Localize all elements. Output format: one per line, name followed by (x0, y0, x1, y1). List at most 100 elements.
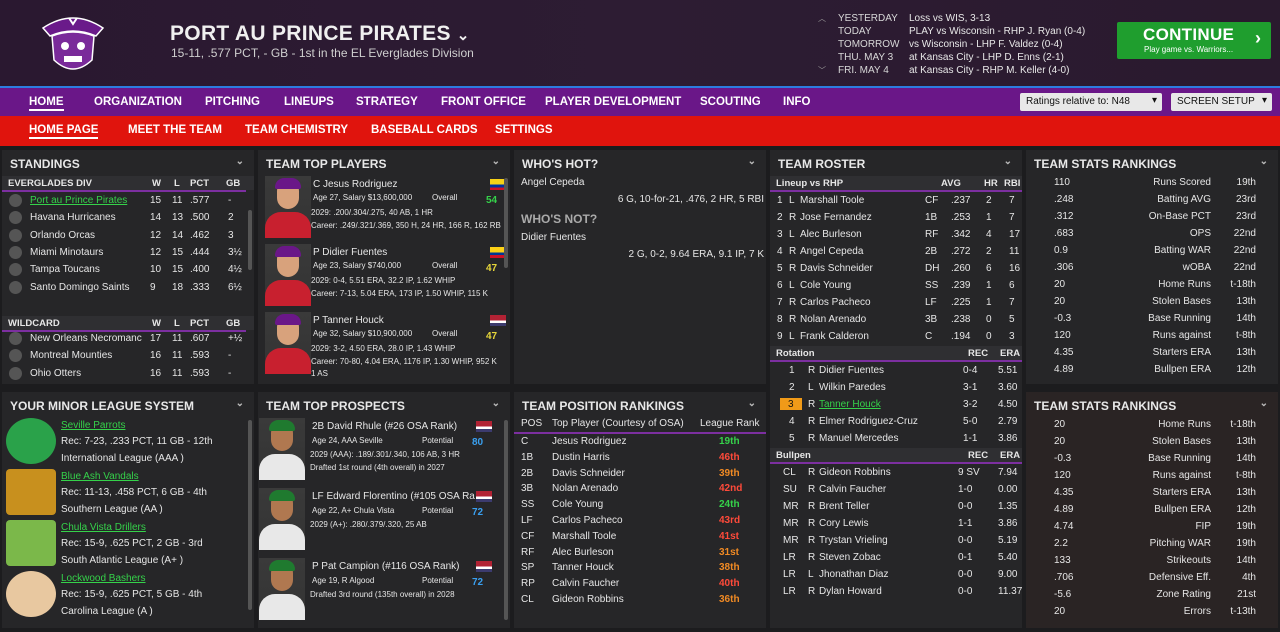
position-row[interactable]: C Jesus Rodriguez 19th (514, 434, 766, 450)
scrollbar[interactable] (248, 420, 252, 610)
player-name[interactable]: Carlos Pacheco (800, 297, 871, 308)
subnav-team-chemistry[interactable]: TEAM CHEMISTRY (245, 124, 348, 136)
player-name[interactable]: Alec Burleson (552, 547, 614, 558)
player-name[interactable]: Nolan Arenado (800, 314, 866, 325)
position-row[interactable]: 3B Nolan Arenado 42nd (514, 481, 766, 497)
nav-player-development[interactable]: PLAYER DEVELOPMENT (545, 96, 681, 108)
player-name[interactable]: Angel Cepeda (800, 246, 863, 257)
team-name[interactable]: Port au Prince Pirates (30, 195, 127, 206)
player-name[interactable]: C Jesus Rodriguez (313, 179, 397, 190)
standings-row[interactable]: Tampa Toucans 10 15 .400 4½ (2, 261, 246, 278)
team-name-dropdown[interactable]: PORT AU PRINCE PIRATES ⌄ (170, 22, 470, 46)
position-row[interactable]: SS Cole Young 24th (514, 497, 766, 513)
player-name[interactable]: Gideon Robbins (819, 467, 891, 478)
player-name[interactable]: Marshall Toole (800, 195, 864, 206)
player-name[interactable]: Carlos Pacheco (552, 515, 623, 526)
player-name[interactable]: Calvin Faucher (819, 484, 886, 495)
player-name[interactable]: Tanner Houck (552, 562, 614, 573)
chevron-down-icon[interactable]: ⌄ (236, 398, 244, 409)
nav-organization[interactable]: ORGANIZATION (94, 96, 182, 108)
player-name[interactable]: Dustin Harris (552, 452, 610, 463)
player-name[interactable]: Dylan Howard (819, 586, 882, 597)
roster-row[interactable]: LR R Dylan Howard 0-0 11.37 (770, 583, 1022, 600)
subnav-baseball-cards[interactable]: BASEBALL CARDS (371, 124, 478, 136)
roster-row[interactable]: 4 R Angel Cepeda 2B .272 2 11 (770, 243, 1022, 260)
chevron-down-icon[interactable]: ⌄ (1260, 156, 1268, 167)
roster-row[interactable]: 3 L Alec Burleson RF .342 4 17 (770, 226, 1022, 243)
roster-row[interactable]: 9 L Frank Calderon C .194 0 3 (770, 328, 1022, 345)
roster-row[interactable]: MR R Trystan Vrieling 0-0 5.19 (770, 532, 1022, 549)
roster-row[interactable]: 1 R Didier Fuentes 0-4 5.51 (770, 362, 1022, 379)
roster-row[interactable]: LR R Steven Zobac 0-1 5.40 (770, 549, 1022, 566)
player-name[interactable]: P Didier Fuentes (313, 247, 387, 258)
standings-row[interactable]: Havana Hurricanes 14 13 .500 2 (2, 209, 246, 226)
ratings-relative-dropdown[interactable]: Ratings relative to: N48 ▾ (1020, 93, 1162, 111)
nav-strategy[interactable]: STRATEGY (356, 96, 418, 108)
position-row[interactable]: 2B Davis Schneider 39th (514, 466, 766, 482)
subnav-settings[interactable]: SETTINGS (495, 124, 553, 136)
position-row[interactable]: CF Marshall Toole 41st (514, 529, 766, 545)
standings-row[interactable]: Miami Minotaurs 12 15 .444 3½ (2, 244, 246, 261)
roster-row[interactable]: 1 L Marshall Toole CF .237 2 7 (770, 192, 1022, 209)
standings-row[interactable]: Ohio Otters 16 11 .593 - (2, 365, 246, 382)
roster-row[interactable]: SU R Calvin Faucher 1-0 0.00 (770, 481, 1022, 498)
roster-row[interactable]: 5 R Davis Schneider DH .260 6 16 (770, 260, 1022, 277)
roster-row[interactable]: 2 L Wilkin Paredes 3-1 3.60 (770, 379, 1022, 396)
nav-pitching[interactable]: PITCHING (205, 96, 260, 108)
chevron-down-icon[interactable]: ⌄ (748, 156, 756, 167)
roster-row[interactable]: 7 R Carlos Pacheco LF .225 1 7 (770, 294, 1022, 311)
roster-row[interactable]: LR L Jhonathan Diaz 0-0 9.00 (770, 566, 1022, 583)
position-row[interactable]: RP Calvin Faucher 40th (514, 576, 766, 592)
player-name[interactable]: Alec Burleson (800, 229, 862, 240)
player-name[interactable]: Didier Fuentes (819, 365, 884, 376)
player-name[interactable]: Marshall Toole (552, 531, 616, 542)
minor-team-name[interactable]: Seville Parrots (61, 420, 125, 431)
player-name[interactable]: Jose Fernandez (800, 212, 872, 223)
roster-row[interactable]: 5 R Manuel Mercedes 1-1 3.86 (770, 430, 1022, 447)
minor-team-name[interactable]: Chula Vista Drillers (61, 522, 146, 533)
subnav-home-page[interactable]: HOME PAGE (29, 124, 99, 139)
player-name[interactable]: Manuel Mercedes (819, 433, 898, 444)
player-name[interactable]: Frank Calderon (800, 331, 869, 342)
not-player-name[interactable]: Didier Fuentes (521, 232, 586, 243)
roster-row[interactable]: 3 R Tanner Houck 3-2 4.50 (770, 396, 1022, 413)
player-name[interactable]: Brent Teller (819, 501, 869, 512)
player-name[interactable]: Wilkin Paredes (819, 382, 886, 393)
player-name[interactable]: Cole Young (552, 499, 603, 510)
chevron-down-icon[interactable]: ﹀ (818, 64, 838, 77)
scrollbar[interactable] (504, 178, 508, 268)
position-row[interactable]: 1B Dustin Harris 46th (514, 450, 766, 466)
player-name[interactable]: Elmer Rodriguez-Cruz (819, 416, 918, 427)
nav-scouting[interactable]: SCOUTING (700, 96, 761, 108)
player-name[interactable]: Jhonathan Diaz (819, 569, 889, 580)
player-name[interactable]: Nolan Arenado (552, 483, 618, 494)
chevron-down-icon[interactable]: ⌄ (236, 156, 244, 167)
player-name[interactable]: Steven Zobac (819, 552, 881, 563)
player-name[interactable]: Gideon Robbins (552, 594, 624, 605)
prospect-name[interactable]: 2B David Rhule (#26 OSA Rank) (312, 421, 457, 432)
scrollbar[interactable] (248, 210, 252, 270)
player-name[interactable]: Davis Schneider (800, 263, 873, 274)
position-row[interactable]: RF Alec Burleson 31st (514, 545, 766, 561)
subnav-meet-the-team[interactable]: MEET THE TEAM (128, 124, 222, 136)
nav-front-office[interactable]: FRONT OFFICE (441, 96, 526, 108)
player-name[interactable]: Cory Lewis (819, 518, 868, 529)
nav-info[interactable]: INFO (783, 96, 810, 108)
roster-row[interactable]: 6 L Cole Young SS .239 1 6 (770, 277, 1022, 294)
roster-row[interactable]: 8 R Nolan Arenado 3B .238 0 5 (770, 311, 1022, 328)
continue-button[interactable]: CONTINUE Play game vs. Warriors... › (1117, 22, 1271, 59)
standings-row[interactable]: Santo Domingo Saints 9 18 .333 6½ (2, 279, 246, 296)
nav-lineups[interactable]: LINEUPS (284, 96, 334, 108)
position-row[interactable]: SP Tanner Houck 38th (514, 560, 766, 576)
chevron-down-icon[interactable]: ⌄ (748, 398, 756, 409)
scrollbar[interactable] (504, 420, 508, 620)
roster-row[interactable]: 2 R Jose Fernandez 1B .253 1 7 (770, 209, 1022, 226)
prospect-name[interactable]: P Pat Campion (#116 OSA Rank) (312, 561, 460, 572)
minor-team-name[interactable]: Blue Ash Vandals (61, 471, 139, 482)
roster-row[interactable]: MR R Cory Lewis 1-1 3.86 (770, 515, 1022, 532)
chevron-down-icon[interactable]: ⌄ (492, 398, 500, 409)
roster-row[interactable]: CL R Gideon Robbins 9 SV 7.94 (770, 464, 1022, 481)
position-row[interactable]: CL Gideon Robbins 36th (514, 592, 766, 608)
roster-row[interactable]: 4 R Elmer Rodriguez-Cruz 5-0 2.79 (770, 413, 1022, 430)
prospect-name[interactable]: LF Edward Florentino (#105 OSA Ra (312, 491, 475, 502)
